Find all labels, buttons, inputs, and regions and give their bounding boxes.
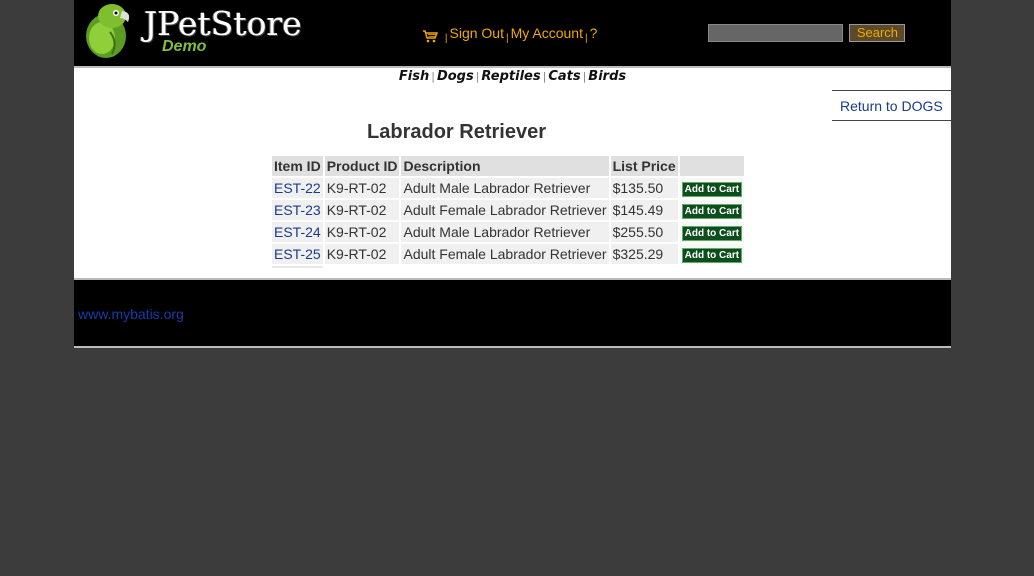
quicklink-separator: | [431, 70, 435, 83]
item-id-cell: EST-22 [272, 178, 323, 198]
menu-separator: | [444, 33, 448, 44]
description-cell: Adult Male Labrador Retriever [401, 222, 609, 242]
quicklink-separator: | [582, 70, 587, 83]
header-item-id: Item ID [272, 156, 323, 176]
search-button[interactable]: Search [849, 24, 906, 42]
quicklink-birds[interactable]: Birds [588, 69, 626, 84]
shopping-cart-icon [423, 30, 438, 43]
item-link[interactable]: EST-23 [274, 202, 321, 218]
content-area: Fish | Dogs | Reptiles | Cats | Birds Return to … [74, 66, 951, 278]
footer: www.mybatis.org [74, 278, 951, 348]
table-header-row: Item ID Product ID Description List Pric… [272, 156, 745, 176]
price-cell: $325.29 [610, 244, 678, 264]
quicklink-separator: | [475, 70, 480, 83]
item-id-cell: EST-23 [272, 200, 323, 220]
price-cell: $255.50 [610, 222, 678, 242]
help-link[interactable]: ? [590, 25, 598, 41]
item-link[interactable]: EST-25 [274, 246, 321, 262]
cart-cell: Add to Cart [679, 244, 745, 264]
return-to-dogs-link[interactable]: Return to DOGS [840, 98, 943, 114]
product-id-cell: K9-RT-02 [324, 222, 400, 242]
page-wrapper: JPetStore Demo | Sign Out | My Account |? Se… [74, 0, 951, 348]
back-link-box: Return to DOGS [832, 90, 951, 121]
menu-separator: | [584, 33, 588, 44]
item-table: Item ID Product ID Description List Pric… [270, 154, 746, 270]
description-cell: Adult Male Labrador Retriever [401, 178, 609, 198]
logo-subtitle: Demo [162, 38, 207, 55]
add-to-cart-button[interactable]: Add to Cart [681, 226, 743, 241]
add-to-cart-button[interactable]: Add to Cart [681, 182, 743, 197]
table-footer-cell [272, 266, 323, 268]
product-id-cell: K9-RT-02 [324, 244, 400, 264]
header-menu: | Sign Out | My Account |? [422, 25, 598, 44]
table-row: EST-23 K9-RT-02 Adult Female Labrador Re… [272, 200, 745, 220]
product-id-cell: K9-RT-02 [324, 200, 400, 220]
add-to-cart-button[interactable]: Add to Cart [681, 248, 743, 263]
header-list-price: List Price [610, 156, 678, 176]
price-cell: $145.49 [610, 200, 678, 220]
product-id-cell: K9-RT-02 [324, 178, 400, 198]
product-title: Labrador Retriever [367, 121, 546, 143]
search-input[interactable] [708, 24, 843, 42]
header-cart [679, 156, 745, 176]
category-quicklinks: Fish | Dogs | Reptiles | Cats | Birds [74, 69, 951, 84]
menu-separator: | [505, 33, 509, 44]
parrot-logo-icon [86, 4, 130, 58]
table-row: EST-22 K9-RT-02 Adult Male Labrador Retr… [272, 178, 745, 198]
item-id-cell: EST-25 [272, 244, 323, 264]
quicklink-fish[interactable]: Fish [399, 69, 429, 84]
cart-cell: Add to Cart [679, 200, 745, 220]
item-link[interactable]: EST-24 [274, 224, 321, 240]
quicklink-dogs[interactable]: Dogs [437, 69, 474, 84]
price-cell: $135.50 [610, 178, 678, 198]
quicklink-reptiles[interactable]: Reptiles [481, 69, 540, 84]
table-footer-row [272, 266, 744, 268]
table-row: EST-24 K9-RT-02 Adult Male Labrador Retr… [272, 222, 745, 242]
description-cell: Adult Female Labrador Retriever [401, 244, 609, 264]
sign-out-link[interactable]: Sign Out [450, 25, 504, 41]
header-description: Description [401, 156, 609, 176]
my-account-link[interactable]: My Account [511, 25, 583, 41]
table-row: EST-25 K9-RT-02 Adult Female Labrador Re… [272, 244, 745, 264]
mybatis-link[interactable]: www.mybatis.org [78, 306, 184, 322]
quicklink-separator: | [542, 70, 547, 83]
cart-link[interactable] [422, 25, 443, 43]
header: JPetStore Demo | Sign Out | My Account |? Se… [74, 0, 951, 66]
add-to-cart-button[interactable]: Add to Cart [681, 204, 743, 219]
cart-cell: Add to Cart [679, 222, 745, 242]
cart-cell: Add to Cart [679, 178, 745, 198]
logo[interactable]: JPetStore Demo [82, 2, 302, 60]
header-product-id: Product ID [324, 156, 400, 176]
description-cell: Adult Female Labrador Retriever [401, 200, 609, 220]
item-id-cell: EST-24 [272, 222, 323, 242]
item-link[interactable]: EST-22 [274, 180, 321, 196]
search-form: Search [708, 24, 906, 42]
quicklink-cats[interactable]: Cats [548, 69, 580, 84]
